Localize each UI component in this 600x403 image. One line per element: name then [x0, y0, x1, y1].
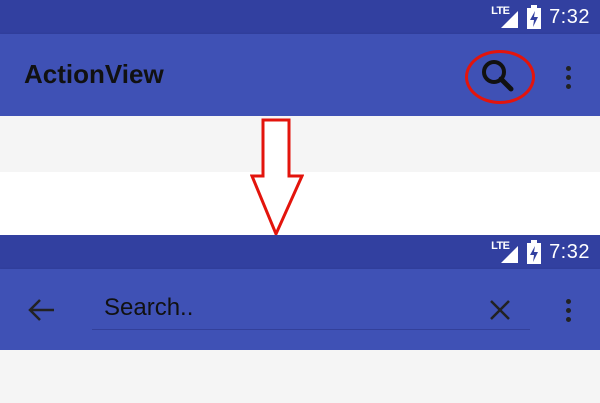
overflow-menu-icon[interactable]	[556, 295, 580, 325]
network-label: LTE	[491, 240, 510, 252]
search-icon[interactable]	[478, 56, 518, 96]
search-input[interactable]	[104, 291, 464, 325]
content-area-bottom	[0, 350, 600, 403]
battery-charging-icon	[527, 240, 542, 264]
close-icon[interactable]	[487, 297, 513, 323]
toolbar-collapsed: ActionView	[0, 34, 600, 116]
status-bar-bottom: LTE 7:32	[0, 235, 600, 269]
lte-signal-icon: LTE	[491, 240, 519, 264]
transition-arrow-icon	[249, 118, 305, 243]
toolbar-expanded	[0, 269, 600, 350]
search-field	[92, 283, 530, 330]
status-bar-top: LTE 7:32	[0, 0, 600, 34]
status-time: 7:32	[549, 240, 590, 263]
status-time: 7:32	[549, 5, 590, 28]
network-label: LTE	[491, 5, 510, 17]
arrow-back-icon[interactable]	[26, 294, 58, 326]
overflow-menu-icon[interactable]	[556, 62, 580, 92]
battery-charging-icon	[527, 5, 542, 29]
app-title: ActionView	[24, 59, 164, 89]
lte-signal-icon: LTE	[491, 5, 519, 29]
